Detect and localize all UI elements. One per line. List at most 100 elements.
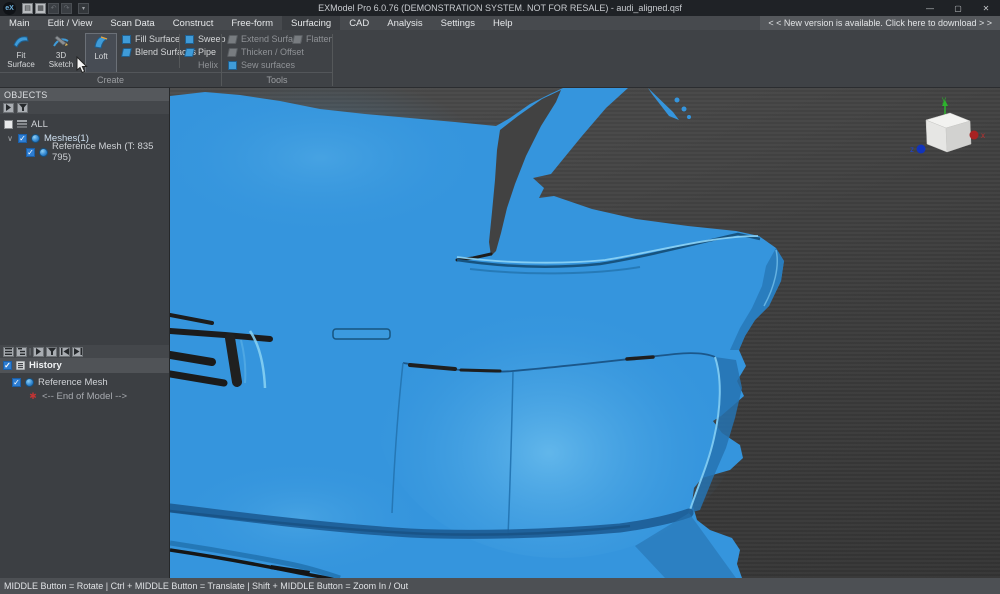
ribbon-toolbar: Fit Surface 3D Sketch Loft — [0, 30, 1000, 88]
meshes-checkbox[interactable]: ✓ — [18, 134, 27, 143]
history-header-label: History — [29, 360, 62, 371]
history-reference-mesh-icon — [25, 378, 34, 387]
window-title: EXModel Pro 6.0.76 (DEMONSTRATION SYSTEM… — [0, 3, 1000, 13]
washer-cover-detail — [333, 329, 390, 339]
menu-free-form[interactable]: Free-form — [222, 16, 282, 30]
3d-viewport[interactable]: y x z — [170, 88, 1000, 578]
history-list-view-button[interactable] — [3, 347, 14, 357]
x-axis-handle — [970, 131, 979, 140]
helix-button[interactable]: Helix — [185, 60, 226, 70]
fill-surface-icon — [122, 35, 131, 44]
view-cube[interactable]: y x z — [908, 94, 986, 160]
toolbar-divider: | — [29, 347, 31, 356]
ribbon-flatten-column: Flatten — [293, 34, 334, 44]
3d-sketch-button[interactable]: 3D Sketch — [45, 33, 77, 73]
application-window: eX ▤ ▦ ↶ ↷ ▾ EXModel Pro 6.0.76 (DEMONST… — [0, 0, 1000, 594]
ribbon-end-divider — [332, 34, 333, 86]
pipe-button[interactable]: Pipe — [185, 47, 226, 57]
ribbon-sweep-column: Sweep Pipe Helix — [185, 34, 226, 70]
history-filter-button[interactable] — [46, 347, 57, 357]
end-of-model-icon: ✱ — [28, 391, 38, 402]
fit-surface-icon — [12, 34, 30, 49]
all-checkbox[interactable] — [4, 120, 13, 129]
main-area: OBJECTS ALL ∨ ✓ — [0, 88, 1000, 578]
menu-construct[interactable]: Construct — [164, 16, 223, 30]
layers-icon — [17, 120, 27, 128]
mesh-group-icon — [31, 134, 40, 143]
extend-surface-icon — [227, 35, 238, 44]
ribbon-big-buttons: Fit Surface 3D Sketch Loft — [5, 33, 117, 73]
menu-scan-data[interactable]: Scan Data — [101, 16, 163, 30]
mouse-hints-text: MIDDLE Button = Rotate | Ctrl + MIDDLE B… — [4, 581, 408, 591]
skip-to-start-button[interactable] — [59, 347, 70, 357]
blend-surfaces-icon — [121, 48, 132, 57]
sweep-button[interactable]: Sweep — [185, 34, 226, 44]
menu-cad[interactable]: CAD — [340, 16, 378, 30]
undo-button[interactable]: ↶ — [48, 3, 59, 14]
objects-panel-header: OBJECTS — [0, 88, 169, 101]
menu-edit-view[interactable]: Edit / View — [39, 16, 102, 30]
end-of-model-label: <-- End of Model --> — [42, 391, 127, 402]
menu-bar: Main Edit / View Scan Data Construct Fre… — [0, 16, 1000, 30]
loft-icon — [92, 35, 110, 50]
history-checkbox[interactable]: ✓ — [3, 361, 12, 370]
status-bar: MIDDLE Button = Rotate | Ctrl + MIDDLE B… — [0, 578, 1000, 594]
open-file-button[interactable]: ▤ — [22, 3, 33, 14]
history-reference-mesh-checkbox[interactable]: ✓ — [12, 378, 21, 387]
window-controls: — ▢ ✕ — [916, 0, 1000, 16]
tree-row-all[interactable]: ALL — [0, 117, 169, 131]
maximize-button[interactable]: ▢ — [944, 0, 972, 16]
objects-panel-toolbar — [0, 101, 169, 114]
title-bar: eX ▤ ▦ ↶ ↷ ▾ EXModel Pro 6.0.76 (DEMONST… — [0, 0, 1000, 16]
x-axis-label: x — [981, 131, 985, 140]
car-scan-mesh[interactable] — [170, 88, 1000, 578]
3d-sketch-icon — [52, 34, 70, 49]
sew-surfaces-button[interactable]: Sew surfaces — [228, 60, 304, 70]
tree-row-reference-mesh[interactable]: ✓ Reference Mesh (T: 835 795) — [0, 145, 169, 159]
close-button[interactable]: ✕ — [972, 0, 1000, 16]
left-sidebar: OBJECTS ALL ∨ ✓ — [0, 88, 170, 578]
sweep-icon — [185, 35, 194, 44]
fit-surface-button[interactable]: Fit Surface — [5, 33, 37, 73]
objects-tree: ALL ∨ ✓ Meshes(1) ✓ Reference Mesh (T: 8… — [0, 114, 169, 159]
flatten-button[interactable]: Flatten — [293, 34, 334, 44]
history-header-row[interactable]: ✓ History — [0, 358, 169, 373]
history-row-end-of-model[interactable]: ✱ <-- End of Model --> — [0, 389, 169, 403]
pipe-icon — [184, 48, 195, 57]
history-row-reference-mesh[interactable]: ✓ Reference Mesh — [0, 375, 169, 389]
reference-mesh-icon — [39, 148, 48, 157]
save-file-button[interactable]: ▦ — [35, 3, 46, 14]
z-axis-label: z — [910, 145, 914, 154]
menu-settings[interactable]: Settings — [432, 16, 484, 30]
all-label: ALL — [31, 119, 48, 130]
minimize-button[interactable]: — — [916, 0, 944, 16]
loft-button[interactable]: Loft — [85, 33, 117, 73]
menu-analysis[interactable]: Analysis — [378, 16, 431, 30]
update-notice-link[interactable]: < < New version is available. Click here… — [760, 16, 1000, 30]
quick-access-toolbar: ▤ ▦ ↶ ↷ ▾ — [22, 3, 89, 14]
menu-surfacing[interactable]: Surfacing — [282, 16, 340, 30]
quick-access-dropdown-icon[interactable]: ▾ — [78, 3, 89, 14]
history-icon — [16, 361, 25, 370]
history-play-button[interactable] — [33, 347, 44, 357]
menu-help[interactable]: Help — [484, 16, 522, 30]
flatten-icon — [292, 35, 303, 44]
sew-surfaces-icon — [228, 61, 237, 70]
reference-mesh-checkbox[interactable]: ✓ — [26, 148, 35, 157]
history-toolbar: | — [0, 345, 169, 358]
app-logo-icon[interactable]: eX — [3, 2, 16, 15]
tools-group-label: Tools — [222, 72, 332, 86]
redo-button[interactable]: ↷ — [61, 3, 72, 14]
objects-play-button[interactable] — [3, 103, 14, 113]
objects-filter-button[interactable] — [17, 103, 28, 113]
reference-mesh-label: Reference Mesh (T: 835 795) — [52, 141, 169, 163]
collapse-chevron-icon[interactable]: ∨ — [6, 134, 14, 143]
create-group-label: Create — [0, 72, 221, 86]
ribbon-separator — [179, 34, 180, 68]
skip-to-end-button[interactable] — [72, 347, 83, 357]
history-reference-mesh-label: Reference Mesh — [38, 377, 108, 388]
thicken-offset-icon — [227, 48, 238, 57]
menu-main[interactable]: Main — [0, 16, 39, 30]
history-tree-view-button[interactable] — [16, 347, 27, 357]
thicken-offset-button[interactable]: Thicken / Offset — [228, 47, 304, 57]
